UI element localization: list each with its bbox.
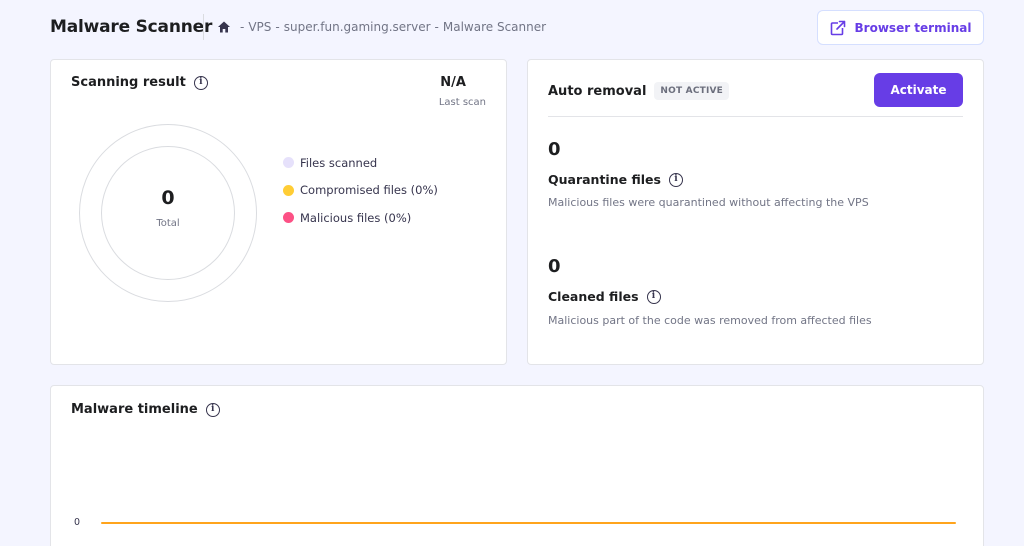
legend-dot	[283, 157, 294, 168]
malware-timeline-title: Malware timeline	[71, 402, 198, 417]
timeline-series-line	[101, 522, 956, 524]
breadcrumb-separator: -	[435, 20, 439, 34]
breadcrumb-item-current: Malware Scanner	[443, 20, 546, 34]
info-icon[interactable]: i	[194, 76, 208, 90]
last-scan-label: Last scan	[439, 97, 486, 108]
legend-label: Malicious files (0%)	[300, 211, 411, 225]
auto-removal-card: Auto removal NOT ACTIVE Activate 0 Quara…	[527, 59, 984, 365]
legend-label: Compromised files (0%)	[300, 183, 438, 197]
quarantine-files-title: Quarantine files	[548, 172, 661, 187]
status-badge: NOT ACTIVE	[654, 82, 729, 100]
info-icon[interactable]: i	[647, 290, 661, 304]
cleaned-files-heading: Cleaned files i	[548, 289, 661, 304]
y-axis-tick-label: 0	[74, 517, 80, 528]
legend-dot	[283, 212, 294, 223]
legend-item-malicious-files: Malicious files (0%)	[283, 204, 438, 232]
total-files-value: 0	[101, 187, 235, 209]
browser-terminal-label: Browser terminal	[855, 21, 972, 35]
info-icon[interactable]: i	[669, 173, 683, 187]
breadcrumb-separator: -	[240, 20, 244, 34]
browser-terminal-button[interactable]: Browser terminal	[817, 10, 984, 45]
quarantine-files-description: Malicious files were quarantined without…	[548, 196, 869, 209]
last-scan-value: N/A	[440, 75, 466, 90]
breadcrumb: - VPS - super.fun.gaming.server - Malwar…	[217, 20, 546, 34]
malware-timeline-card: Malware timeline i 0	[50, 385, 984, 546]
scanning-result-heading: Scanning result i	[71, 75, 208, 90]
activate-button[interactable]: Activate	[874, 73, 963, 107]
breadcrumb-separator: -	[275, 20, 279, 34]
header-divider	[203, 14, 204, 40]
scanning-result-title: Scanning result	[71, 75, 186, 90]
legend-item-compromised-files: Compromised files (0%)	[283, 177, 438, 205]
cleaned-files-title: Cleaned files	[548, 289, 639, 304]
cleaned-files-value: 0	[548, 256, 561, 277]
auto-removal-header: Auto removal NOT ACTIVE	[548, 82, 729, 100]
legend-item-files-scanned: Files scanned	[283, 149, 438, 177]
breadcrumb-item-vps[interactable]: VPS	[248, 20, 271, 34]
page-title: Malware Scanner	[50, 17, 212, 37]
breadcrumb-item-server[interactable]: super.fun.gaming.server	[284, 20, 431, 34]
external-link-icon	[830, 20, 846, 36]
scanning-result-card: Scanning result i N/A Last scan 0 Total …	[50, 59, 507, 365]
cleaned-files-description: Malicious part of the code was removed f…	[548, 314, 872, 327]
divider	[548, 116, 963, 117]
malware-timeline-heading: Malware timeline i	[71, 402, 220, 417]
home-icon[interactable]	[217, 20, 231, 34]
quarantine-files-value: 0	[548, 139, 561, 160]
legend-dot	[283, 185, 294, 196]
auto-removal-title: Auto removal	[548, 84, 646, 99]
legend-label: Files scanned	[300, 156, 377, 170]
info-icon[interactable]: i	[206, 403, 220, 417]
total-files-label: Total	[101, 218, 235, 229]
donut-chart-inner-ring	[101, 146, 235, 280]
page-header: Malware Scanner - VPS - super.fun.gaming…	[0, 0, 1024, 56]
scan-legend: Files scanned Compromised files (0%) Mal…	[283, 149, 438, 232]
quarantine-files-heading: Quarantine files i	[548, 172, 683, 187]
